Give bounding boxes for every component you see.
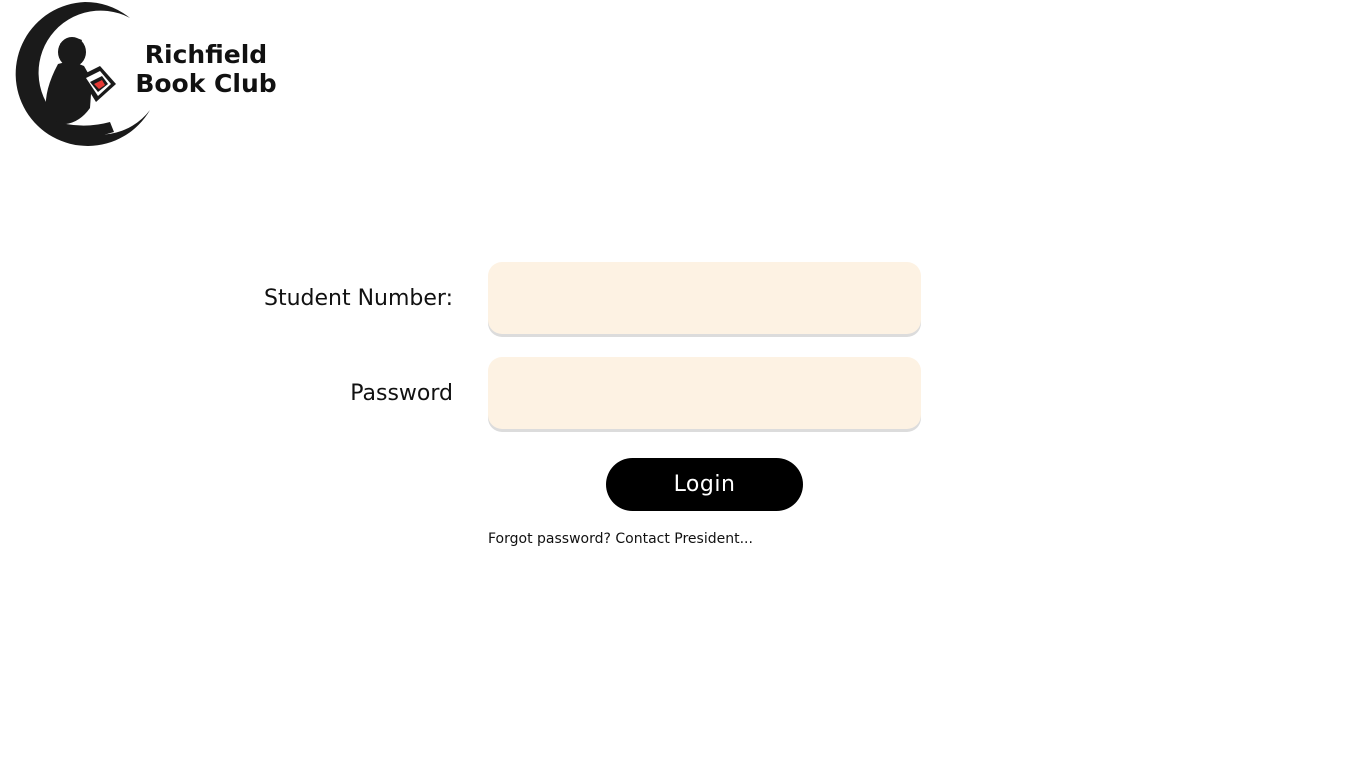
login-page: Richfield Book Club Student Number: Pass… <box>0 0 1366 768</box>
club-name-line2: Book Club <box>135 69 277 98</box>
club-name-line1: Richfield <box>144 40 268 69</box>
student-number-label: Student Number: <box>264 286 453 311</box>
login-button[interactable]: Login <box>606 458 803 511</box>
club-name: Richfield Book Club <box>126 40 286 98</box>
password-input[interactable] <box>488 357 921 429</box>
forgot-password-link[interactable]: Forgot password? Contact President... <box>488 531 753 547</box>
club-logo: Richfield Book Club <box>10 0 280 146</box>
password-label: Password <box>350 381 453 406</box>
student-number-input[interactable] <box>488 262 921 334</box>
